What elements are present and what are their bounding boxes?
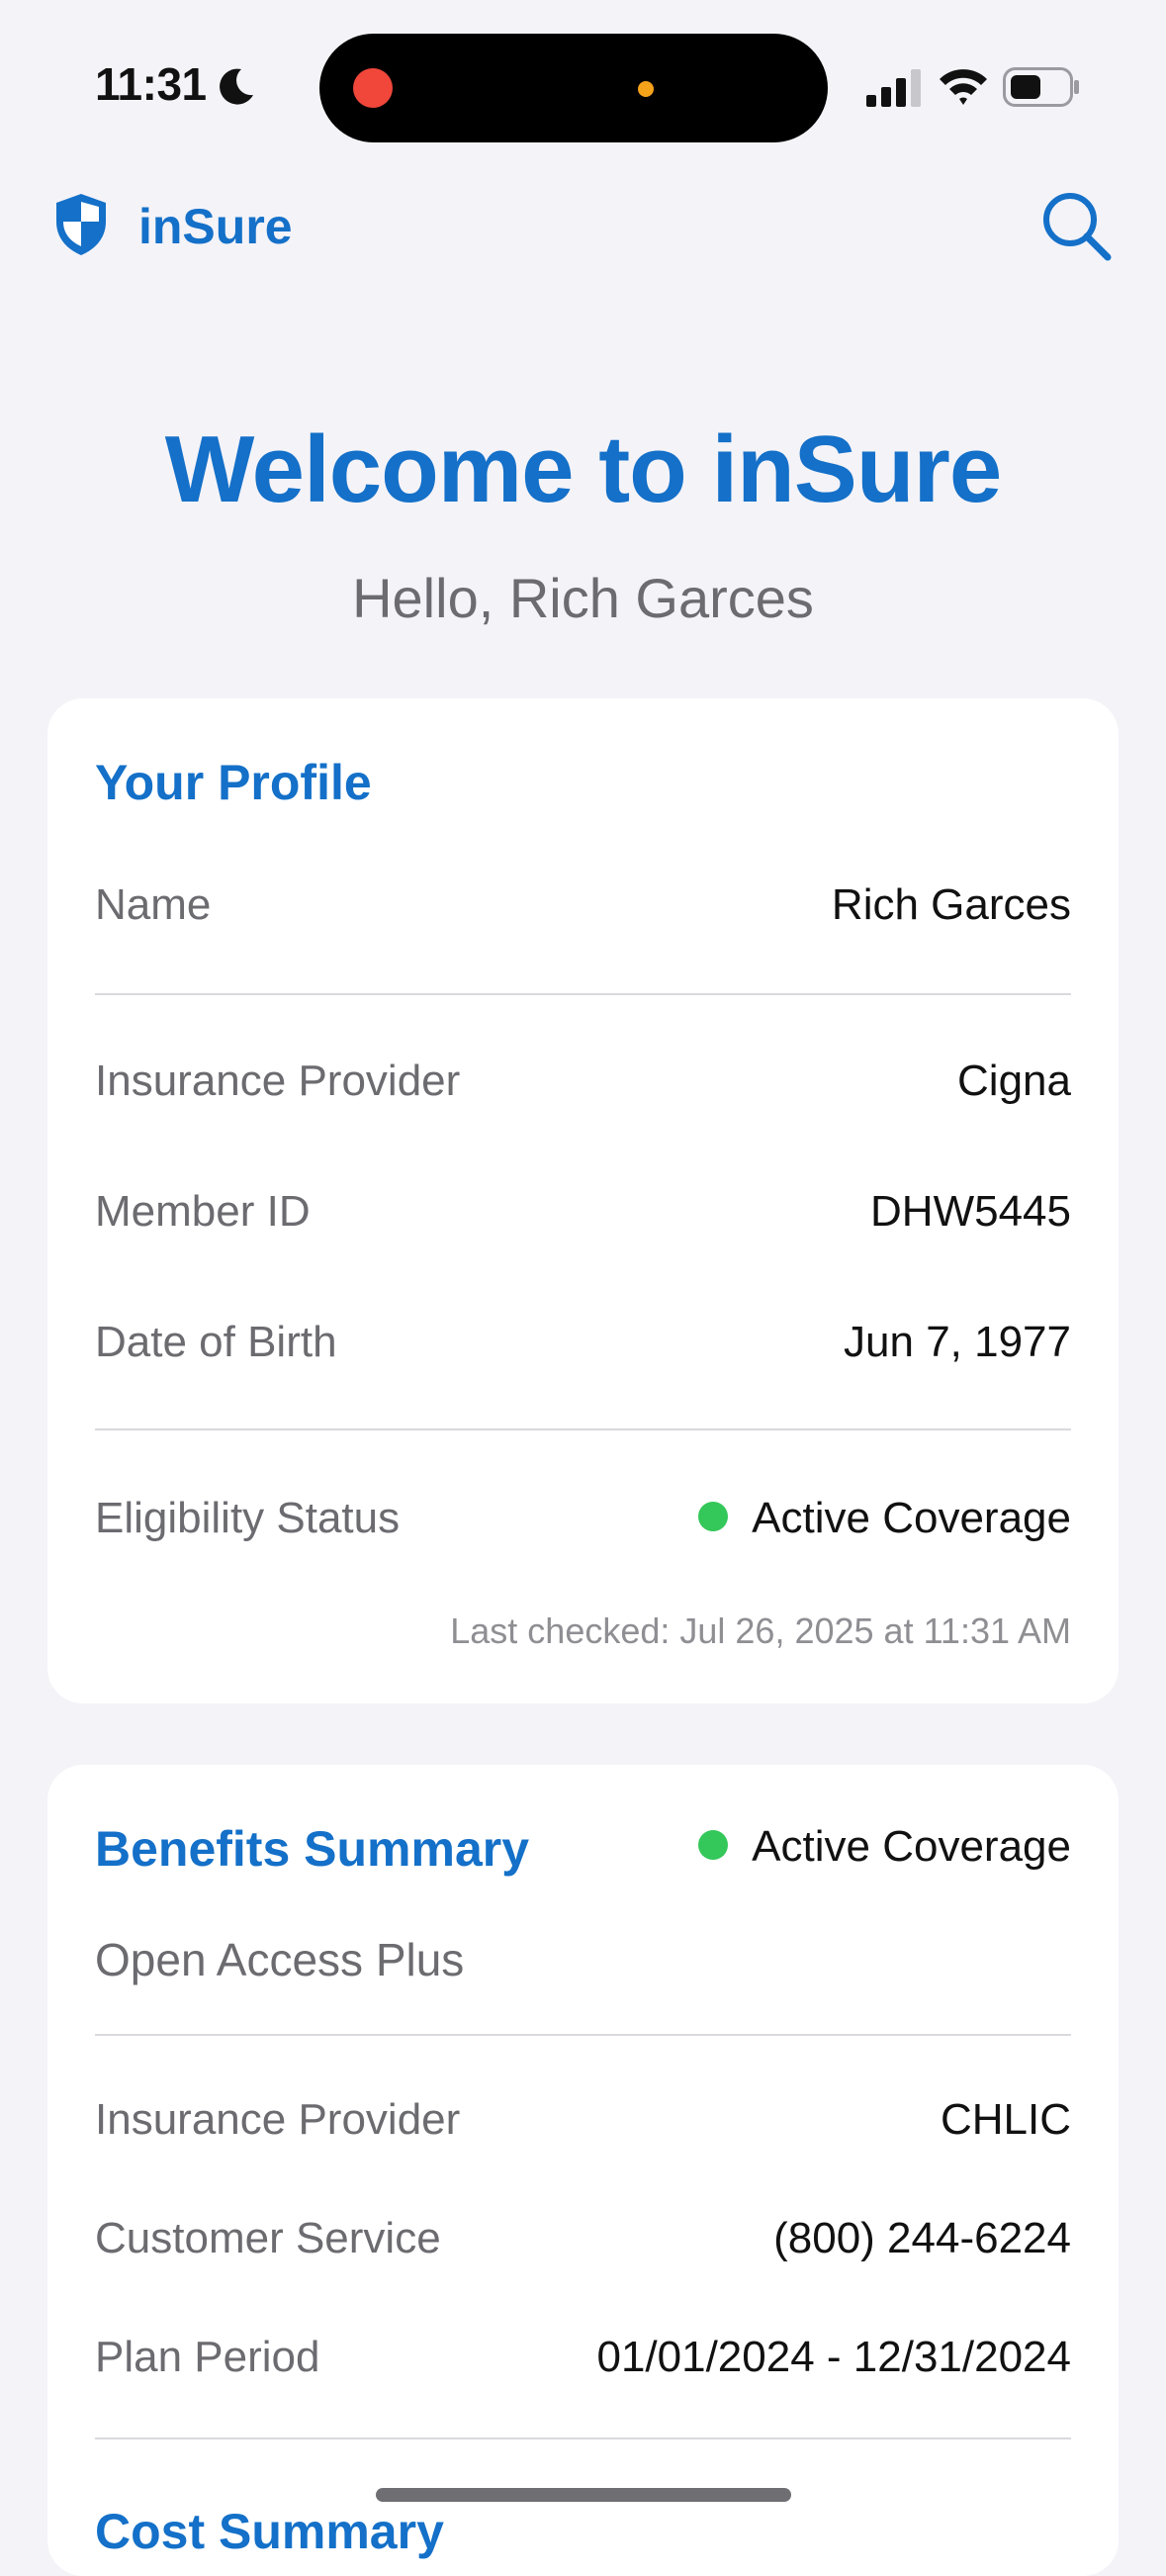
customer-service-phone[interactable]: (800) 244-6224 [773,2214,1071,2263]
benefits-row-plan-period: Plan Period 01/01/2024 - 12/31/2024 [95,2333,1071,2392]
benefits-row-provider: Insurance Provider CHLIC [95,2095,1071,2155]
app-title: inSure [138,199,293,254]
benefits-row-customer-service[interactable]: Customer Service (800) 244-6224 [95,2214,1071,2273]
benefits-status: Active Coverage [577,1822,1071,1882]
row-label: Eligibility Status [95,1494,401,1542]
benefits-card: Benefits Summary Active Coverage Open Ac… [47,1765,1119,2576]
profile-row-provider: Insurance Provider Cigna [95,1057,1071,1116]
moon-icon [220,68,253,105]
search-icon[interactable] [1040,190,1112,261]
divider [95,2034,1071,2036]
benefits-status-badge: Active Coverage [698,1822,1071,1872]
divider [95,2438,1071,2439]
row-label: Member ID [95,1187,311,1236]
row-value: CHLIC [940,2095,1071,2144]
last-checked-text: Last checked: Jul 26, 2025 at 11:31 AM [450,1610,1071,1651]
status-time: 11:31 [95,58,207,110]
row-label: Plan Period [95,2333,320,2381]
profile-card-title: Your Profile [95,755,372,810]
row-label: Date of Birth [95,1318,337,1366]
cellular-signal-icon [866,69,921,107]
status-dot-icon [698,1830,729,1861]
cost-summary-title: Cost Summary [95,2504,444,2559]
row-value: 01/01/2024 - 12/31/2024 [596,2333,1071,2381]
row-value: Cigna [957,1057,1071,1105]
eligibility-status-text: Active Coverage [752,1494,1071,1542]
wifi-icon [940,69,987,105]
shield-logo-icon [56,194,106,255]
divider [95,1428,1071,1430]
benefits-card-title: Benefits Summary [95,1821,530,1877]
divider [95,993,1071,995]
microphone-indicator-icon [638,81,654,97]
benefits-status-text: Active Coverage [752,1822,1071,1871]
profile-row-eligibility: Eligibility Status Active Coverage [95,1494,1071,1553]
row-value: Rich Garces [831,880,1071,929]
row-label: Insurance Provider [95,1057,461,1105]
greeting-text: Hello, Rich Garces [352,567,814,629]
plan-name: Open Access Plus [95,1934,465,1985]
eligibility-status: Active Coverage [698,1494,1071,1543]
row-value: DHW5445 [870,1187,1071,1236]
home-indicator[interactable] [376,2488,791,2502]
dynamic-island [319,34,828,142]
row-label: Insurance Provider [95,2095,461,2144]
row-value: Jun 7, 1977 [844,1318,1071,1366]
profile-row-member-id: Member ID DHW5445 [95,1187,1071,1246]
welcome-heading: Welcome to inSure [164,416,1002,522]
camera-indicator-icon [353,68,393,108]
profile-row-dob: Date of Birth Jun 7, 1977 [95,1318,1071,1377]
profile-row-name: Name Rich Garces [95,880,1071,940]
profile-card: Your Profile Name Rich Garces Insurance … [47,698,1119,1703]
battery-icon [1003,67,1079,107]
row-label: Customer Service [95,2214,441,2262]
row-label: Name [95,880,212,929]
status-dot-icon [698,1502,729,1532]
